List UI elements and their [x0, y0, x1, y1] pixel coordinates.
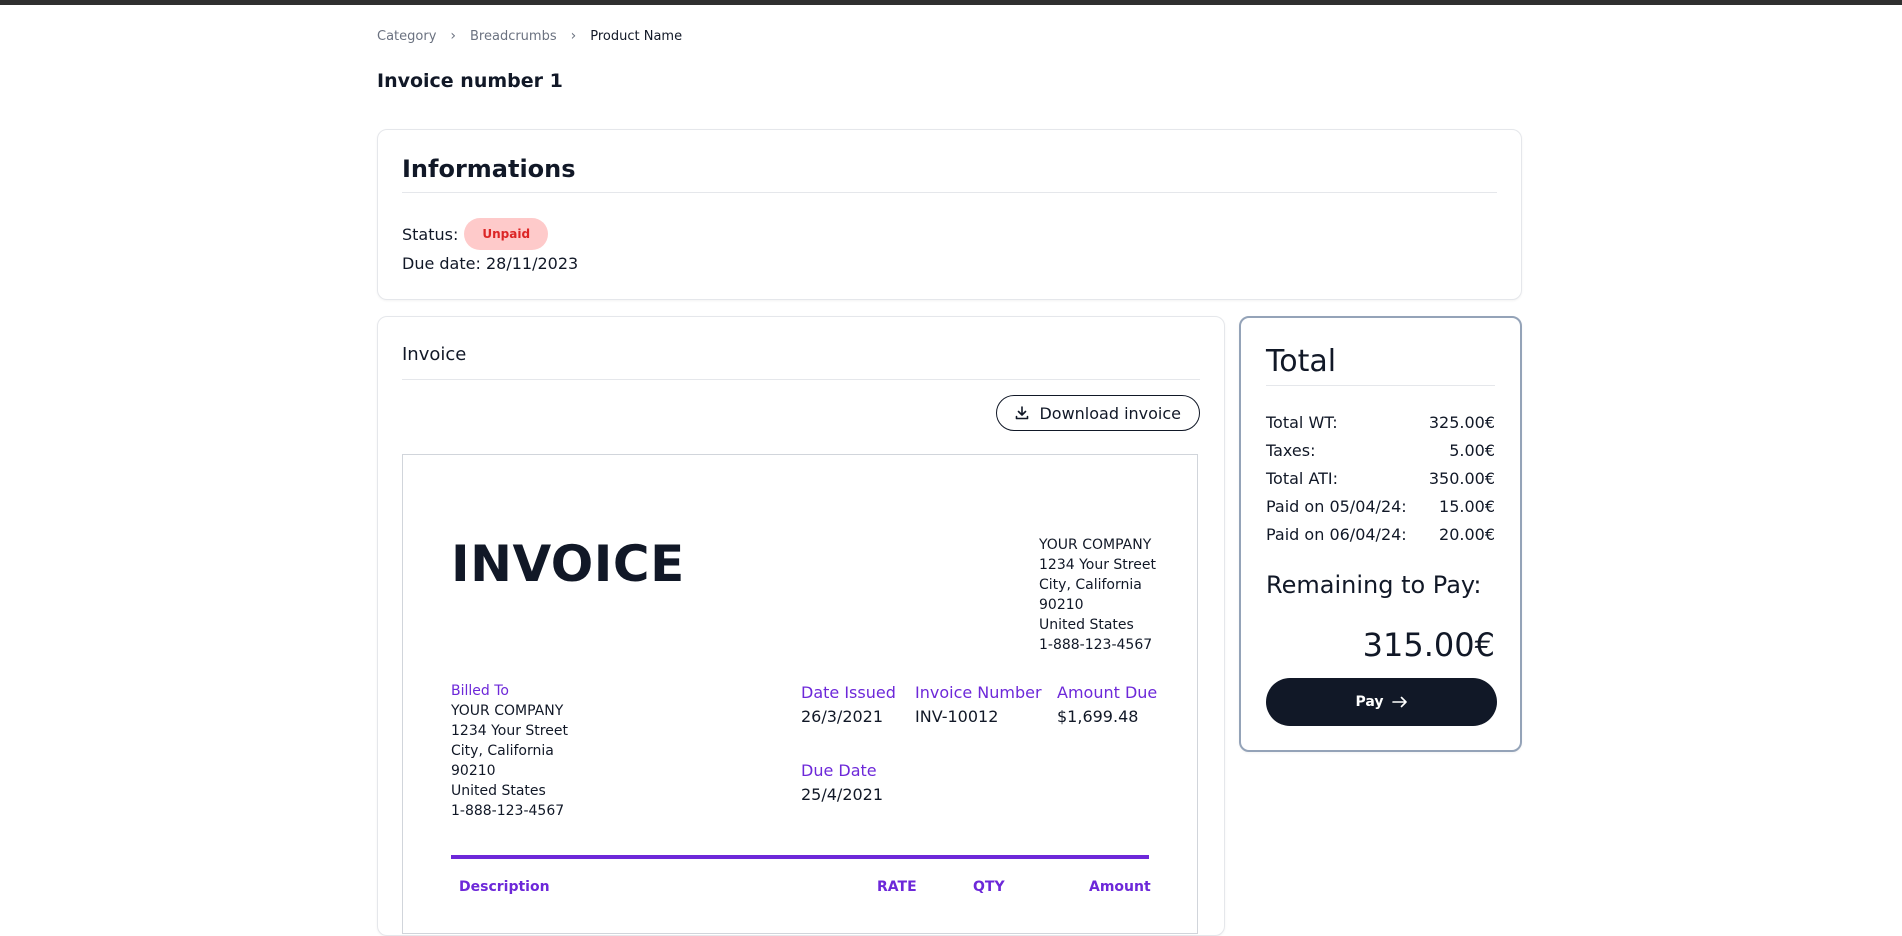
- total-row-label: Total WT:: [1266, 413, 1338, 432]
- table-header-rate: RATE: [877, 879, 917, 895]
- divider: [402, 379, 1200, 380]
- company-address: YOUR COMPANY 1234 Your Street City, Cali…: [1039, 535, 1156, 655]
- billed-to-line: City, California: [451, 743, 554, 759]
- total-row-value: 325.00€: [1428, 413, 1495, 432]
- breadcrumb-current: Product Name: [590, 28, 683, 44]
- invoice-number-block: Invoice Number INV-10012: [915, 681, 1042, 729]
- invoice-card: Invoice Download invoice INVOICE YOUR CO…: [377, 316, 1225, 936]
- total-row-label: Total ATI:: [1266, 469, 1339, 488]
- billed-to-line: 1234 Your Street: [451, 723, 568, 739]
- download-invoice-button[interactable]: Download invoice: [996, 395, 1200, 431]
- pay-button[interactable]: Pay: [1266, 678, 1497, 726]
- table-top-rule: [451, 855, 1149, 859]
- informations-card: Informations Status: Unpaid Due date: 28…: [377, 129, 1522, 300]
- billed-to: Billed To YOUR COMPANY 1234 Your Street …: [451, 681, 568, 821]
- billed-to-line: 1-888-123-4567: [451, 803, 565, 819]
- total-row-value: 350.00€: [1428, 469, 1495, 488]
- total-row-label: Taxes:: [1266, 441, 1316, 460]
- total-title: Total: [1266, 344, 1337, 379]
- download-invoice-label: Download invoice: [1039, 403, 1181, 423]
- date-issued-block: Date Issued 26/3/2021: [801, 681, 896, 729]
- due-date-row: Due date: 28/11/2023: [402, 254, 578, 273]
- billed-to-label: Billed To: [451, 683, 509, 699]
- total-row-value: 15.00€: [1439, 497, 1495, 516]
- total-row: Total WT: 325.00€: [1266, 413, 1495, 432]
- arrow-right-icon: [1391, 696, 1407, 708]
- invoice-number-label: Invoice Number: [915, 683, 1042, 702]
- company-line: YOUR COMPANY: [1039, 537, 1152, 553]
- amount-due-value: $1,699.48: [1057, 707, 1139, 726]
- doc-due-date-label: Due Date: [801, 761, 877, 780]
- page-title: Invoice number 1: [377, 70, 563, 92]
- total-row: Taxes: 5.00€: [1266, 441, 1495, 460]
- divider: [402, 192, 1497, 193]
- status-label: Status:: [402, 224, 459, 244]
- table-header-qty: QTY: [973, 879, 1005, 895]
- breadcrumb: Category › Breadcrumbs › Product Name: [377, 28, 682, 44]
- total-row: Total ATI: 350.00€: [1266, 469, 1495, 488]
- company-line: United States: [1039, 617, 1134, 633]
- table-header-amount: Amount: [1089, 879, 1151, 895]
- total-row-label: Paid on 06/04/24:: [1266, 525, 1407, 544]
- total-row-value: 20.00€: [1439, 525, 1495, 544]
- remaining-value: 315.00€: [1362, 626, 1495, 664]
- doc-due-date-value: 25/4/2021: [801, 785, 884, 804]
- company-line: City, California: [1039, 577, 1142, 593]
- total-row-value: 5.00€: [1449, 441, 1495, 460]
- remaining-label: Remaining to Pay:: [1266, 571, 1482, 599]
- date-issued-label: Date Issued: [801, 683, 896, 702]
- company-line: 90210: [1039, 597, 1084, 613]
- invoice-document: INVOICE YOUR COMPANY 1234 Your Street Ci…: [402, 454, 1198, 934]
- invoice-doc-title: INVOICE: [451, 535, 685, 593]
- divider: [1266, 385, 1495, 386]
- company-line: 1-888-123-4567: [1039, 637, 1153, 653]
- date-issued-value: 26/3/2021: [801, 707, 884, 726]
- due-date-value: 28/11/2023: [485, 254, 579, 273]
- total-card: Total Total WT: 325.00€ Taxes: 5.00€ Tot…: [1239, 316, 1522, 752]
- billed-to-line: YOUR COMPANY: [451, 703, 564, 719]
- informations-title: Informations: [402, 155, 576, 183]
- total-row: Paid on 06/04/24: 20.00€: [1266, 525, 1495, 544]
- billed-to-line: United States: [451, 783, 546, 799]
- table-header-description: Description: [459, 879, 550, 895]
- amount-due-label: Amount Due: [1057, 683, 1158, 702]
- company-line: 1234 Your Street: [1039, 557, 1156, 573]
- pay-label: Pay: [1355, 694, 1384, 710]
- due-date-label: Due date:: [402, 254, 481, 273]
- status-badge: Unpaid: [464, 218, 549, 250]
- breadcrumb-item-breadcrumbs[interactable]: Breadcrumbs: [470, 29, 557, 44]
- status-row: Status: Unpaid: [402, 218, 549, 250]
- chevron-right-icon: ›: [450, 28, 456, 44]
- due-date-block: Due Date 25/4/2021: [801, 759, 883, 807]
- invoice-number-value: INV-10012: [915, 707, 999, 726]
- amount-due-block: Amount Due $1,699.48: [1057, 681, 1157, 729]
- total-row-label: Paid on 05/04/24:: [1266, 497, 1407, 516]
- breadcrumb-item-category[interactable]: Category: [377, 29, 436, 44]
- billed-to-line: 90210: [451, 763, 496, 779]
- invoice-card-title: Invoice: [402, 344, 467, 365]
- total-row: Paid on 05/04/24: 15.00€: [1266, 497, 1495, 516]
- chevron-right-icon: ›: [570, 28, 577, 44]
- download-icon: [1016, 406, 1029, 420]
- top-bar: [0, 0, 1902, 5]
